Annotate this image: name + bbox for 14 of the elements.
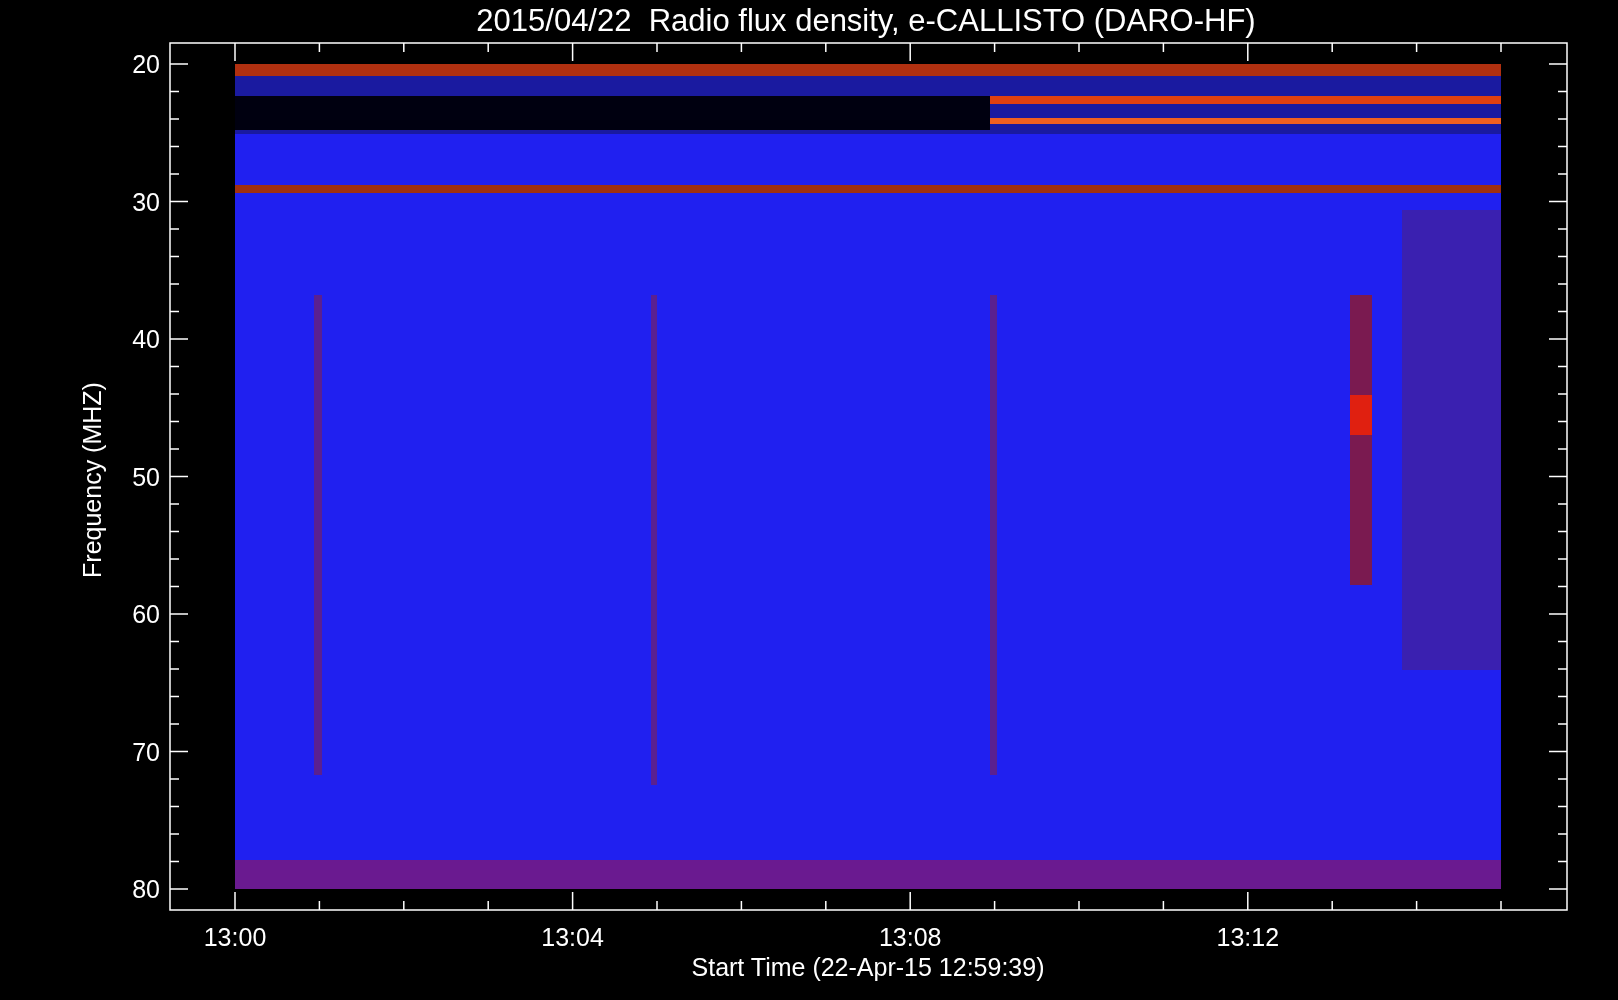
y-tick-label: 80 [132,875,160,903]
y-tick-label: 30 [132,187,160,216]
y-tick-label: 20 [132,50,160,78]
y-tick-label: 40 [132,325,160,353]
y-axis-title: Frequency (MHZ) [78,382,106,578]
x-tick-label: 13:00 [203,923,267,951]
y-tick-label: 70 [132,737,160,766]
x-tick-label: 13:12 [1216,923,1280,951]
y-tick-label: 50 [132,462,160,491]
x-tick-label: 13:08 [878,923,942,951]
x-axis-title: Start Time (22-Apr-15 12:59:39) [691,953,1045,981]
y-tick-label: 60 [132,600,160,628]
chart-title: 2015/04/22 Radio flux density, e-CALLISTO (DARO-HF) [476,3,1256,38]
x-tick-label: 13:04 [541,923,604,951]
